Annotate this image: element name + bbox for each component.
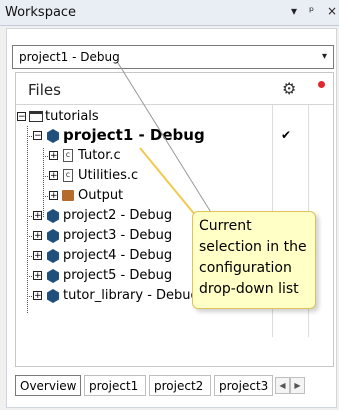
workspace-tabs: Overview project1 project2 project3 ◀ ▶: [15, 373, 334, 399]
tooltip-line: Current: [199, 218, 252, 234]
tab-project3[interactable]: project3: [214, 375, 273, 396]
tab-project2[interactable]: project2: [149, 375, 211, 396]
tooltip-callout: Current selection in the configuration d…: [192, 211, 316, 309]
callout-line: [117, 62, 213, 217]
workspace-panel: Workspace ▾ ᵖ × project1 - Debug ▾ Files…: [0, 0, 339, 410]
tooltip-line: configuration: [199, 260, 292, 276]
tab-overview[interactable]: Overview: [15, 375, 81, 396]
tooltip-line: selection in the: [199, 239, 307, 255]
tab-scroll-right-icon[interactable]: ▶: [290, 377, 305, 394]
tab-scroll-left-icon[interactable]: ◀: [275, 377, 290, 394]
tooltip-line: drop-down list: [199, 281, 299, 297]
tab-project1[interactable]: project1: [84, 375, 146, 396]
